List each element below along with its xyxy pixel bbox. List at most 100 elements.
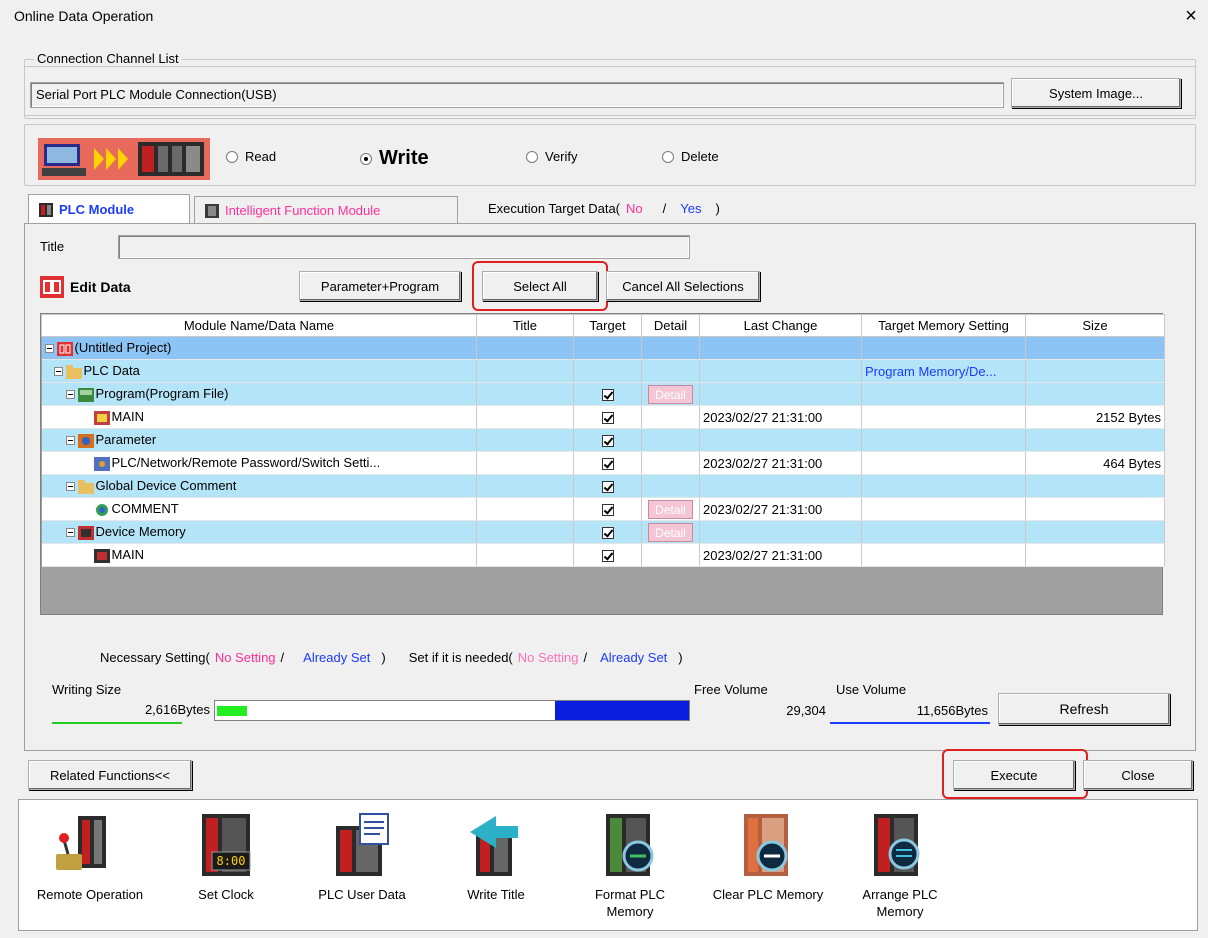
cancel-all-selections-button[interactable]: Cancel All Selections bbox=[606, 271, 760, 301]
table-row[interactable]: Global Device Comment bbox=[41, 474, 1165, 498]
row-size bbox=[1025, 336, 1165, 360]
row-target[interactable] bbox=[573, 382, 642, 406]
delete-radio[interactable]: Delete bbox=[662, 149, 719, 164]
collapse-icon[interactable] bbox=[65, 482, 75, 492]
title-field[interactable] bbox=[118, 235, 690, 259]
legend-slash: / bbox=[280, 650, 285, 665]
col-module-name[interactable]: Module Name/Data Name bbox=[41, 314, 477, 337]
legend-close-2: ) bbox=[678, 650, 683, 665]
table-row[interactable]: Program(Program File) Detail bbox=[41, 382, 1165, 406]
row-detail bbox=[641, 405, 700, 429]
row-size bbox=[1025, 382, 1165, 406]
table-row[interactable]: Device Memory Detail bbox=[41, 520, 1165, 544]
row-target[interactable] bbox=[573, 497, 642, 521]
table-row[interactable]: Parameter bbox=[41, 428, 1165, 452]
folder-icon bbox=[77, 479, 94, 494]
arrange-plc-memory-icon[interactable] bbox=[870, 812, 930, 878]
close-icon[interactable]: × bbox=[1178, 2, 1204, 30]
target-checkbox[interactable] bbox=[601, 435, 614, 448]
target-checkbox[interactable] bbox=[601, 481, 614, 494]
target-checkbox[interactable] bbox=[601, 412, 614, 425]
target-checkbox[interactable] bbox=[601, 527, 614, 540]
exec-target-no: No bbox=[626, 201, 643, 216]
parameter-program-button[interactable]: Parameter+Program bbox=[299, 271, 461, 301]
device-memory-file-icon bbox=[93, 548, 110, 563]
setting-legend: Necessary Setting( No Setting / Already … bbox=[100, 650, 683, 665]
collapse-icon[interactable] bbox=[53, 367, 63, 377]
collapse-icon[interactable] bbox=[65, 390, 75, 400]
detail-button[interactable]: Detail bbox=[648, 499, 693, 519]
target-checkbox[interactable] bbox=[601, 458, 614, 471]
row-target[interactable] bbox=[573, 543, 642, 567]
row-detail[interactable]: Detail bbox=[641, 520, 700, 544]
system-image-button[interactable]: System Image... bbox=[1011, 78, 1181, 108]
capacity-bar-allocated bbox=[555, 701, 689, 720]
table-row[interactable]: MAIN 2023/02/27 21:31:00 bbox=[41, 543, 1165, 567]
col-target[interactable]: Target bbox=[573, 314, 642, 337]
table-header-row: Module Name/Data Name Title Target Detai… bbox=[41, 314, 1165, 337]
col-detail[interactable]: Detail bbox=[641, 314, 700, 337]
connection-group-label: Connection Channel List bbox=[34, 51, 182, 66]
set-clock-icon[interactable]: 8:00 bbox=[196, 812, 256, 878]
row-target[interactable] bbox=[573, 474, 642, 498]
target-checkbox[interactable] bbox=[601, 389, 614, 402]
detail-button[interactable]: Detail bbox=[648, 384, 693, 404]
table-row[interactable]: (Untitled Project) bbox=[41, 336, 1165, 360]
related-functions-button[interactable]: Related Functions<< bbox=[28, 760, 192, 790]
collapse-icon[interactable] bbox=[65, 436, 75, 446]
write-title-icon[interactable] bbox=[466, 812, 526, 878]
detail-button[interactable]: Detail bbox=[648, 522, 693, 542]
plc-user-data-icon[interactable] bbox=[332, 812, 392, 878]
settings-icon bbox=[93, 456, 110, 471]
clock-display: 8:00 bbox=[216, 854, 246, 868]
verify-radio-dot[interactable] bbox=[526, 150, 538, 163]
row-target[interactable] bbox=[573, 405, 642, 429]
row-memory bbox=[861, 428, 1026, 452]
write-radio-dot[interactable] bbox=[360, 152, 372, 165]
delete-radio-dot[interactable] bbox=[662, 150, 674, 163]
col-last-change[interactable]: Last Change bbox=[699, 314, 862, 337]
remote-operation-icon[interactable] bbox=[52, 812, 112, 878]
read-radio-dot[interactable] bbox=[226, 150, 238, 163]
row-title bbox=[476, 543, 574, 567]
row-detail[interactable]: Detail bbox=[641, 497, 700, 521]
row-title bbox=[476, 359, 574, 383]
target-checkbox[interactable] bbox=[601, 550, 614, 563]
row-name: MAIN bbox=[111, 409, 145, 425]
close-button[interactable]: Close bbox=[1083, 760, 1193, 790]
table-row[interactable]: PLC/Network/Remote Password/Switch Setti… bbox=[41, 451, 1165, 475]
row-memory[interactable]: Program Memory/De... bbox=[861, 359, 1026, 383]
row-detail bbox=[641, 451, 700, 475]
plc-module-icon bbox=[39, 202, 53, 217]
exec-target-label: Execution Target Data( bbox=[488, 201, 620, 216]
collapse-icon[interactable] bbox=[44, 344, 54, 354]
row-last-change: 2023/02/27 21:31:00 bbox=[699, 543, 862, 567]
col-size[interactable]: Size bbox=[1025, 314, 1165, 337]
row-target[interactable] bbox=[573, 520, 642, 544]
row-detail[interactable]: Detail bbox=[641, 382, 700, 406]
tab-plc-module[interactable]: PLC Module bbox=[28, 194, 190, 224]
collapse-icon[interactable] bbox=[65, 528, 75, 538]
table-row[interactable]: MAIN 2023/02/27 21:31:00 2152 Bytes bbox=[41, 405, 1165, 429]
row-detail bbox=[641, 359, 700, 383]
table-row[interactable]: COMMENT Detail 2023/02/27 21:31:00 bbox=[41, 497, 1165, 521]
refresh-button[interactable]: Refresh bbox=[998, 693, 1170, 725]
table-row[interactable]: PLC Data Program Memory/De... bbox=[41, 359, 1165, 383]
row-memory bbox=[861, 451, 1026, 475]
col-target-memory[interactable]: Target Memory Setting bbox=[861, 314, 1026, 337]
row-memory bbox=[861, 336, 1026, 360]
row-title bbox=[476, 336, 574, 360]
tab-intelligent-function-module[interactable]: Intelligent Function Module bbox=[194, 196, 458, 224]
connection-field[interactable]: Serial Port PLC Module Connection(USB) bbox=[30, 82, 1004, 108]
col-title[interactable]: Title bbox=[476, 314, 574, 337]
row-target[interactable] bbox=[573, 428, 642, 452]
row-title bbox=[476, 520, 574, 544]
format-plc-memory-icon[interactable] bbox=[602, 812, 662, 878]
clear-plc-memory-icon[interactable] bbox=[738, 812, 798, 878]
read-radio[interactable]: Read bbox=[226, 149, 276, 164]
capacity-bar-used bbox=[217, 706, 247, 716]
verify-radio[interactable]: Verify bbox=[526, 149, 578, 164]
write-radio[interactable]: Write bbox=[360, 147, 429, 170]
target-checkbox[interactable] bbox=[601, 504, 614, 517]
row-target[interactable] bbox=[573, 451, 642, 475]
